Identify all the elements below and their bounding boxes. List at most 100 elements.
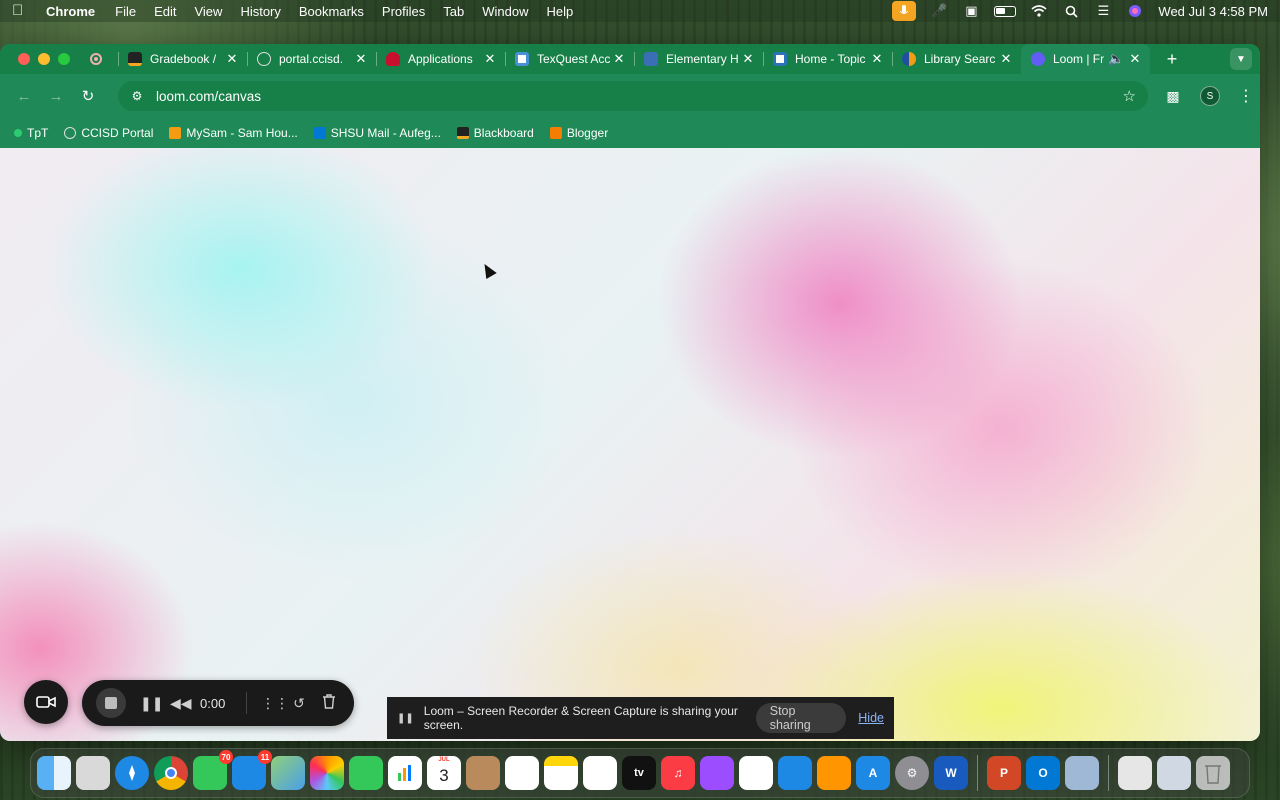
tab-search-chevron-icon[interactable]: ▼ <box>1230 48 1252 70</box>
tab-close-icon[interactable]: ✕ <box>225 51 239 67</box>
calendar-icon[interactable]: JUL 3 <box>427 756 461 790</box>
bookmark-star-icon[interactable]: ☆ <box>1123 87 1136 105</box>
control-center-icon[interactable]: ☰ <box>1094 3 1112 18</box>
photos-icon[interactable] <box>310 756 344 790</box>
menubar-datetime[interactable]: Wed Jul 3 4:58 PM <box>1158 4 1268 19</box>
menu-app-name[interactable]: Chrome <box>46 4 95 19</box>
menu-window[interactable]: Window <box>482 4 528 19</box>
battery-icon[interactable] <box>994 5 1017 17</box>
back-button[interactable]: ← <box>10 82 38 110</box>
reminders-icon[interactable] <box>505 756 539 790</box>
tab-close-icon[interactable]: ✕ <box>741 51 755 67</box>
podcasts-icon[interactable] <box>700 756 734 790</box>
music-icon[interactable]: ♫ <box>661 756 695 790</box>
tab-applications[interactable]: Applications ✕ <box>376 44 505 74</box>
tab-home-topic[interactable]: Home - Topic ✕ <box>763 44 892 74</box>
tab-close-icon[interactable]: ✕ <box>483 51 497 67</box>
stop-recording-button[interactable] <box>96 688 126 718</box>
news-icon[interactable] <box>739 756 773 790</box>
chrome-menu-icon[interactable]: ⋮ <box>1238 86 1254 106</box>
restart-icon[interactable]: ↺ <box>291 695 307 712</box>
trash-icon[interactable] <box>321 694 337 712</box>
mail-icon[interactable]: 11 <box>232 750 272 790</box>
bookmark-ccisd-portal[interactable]: CCISD Portal <box>64 126 153 140</box>
recording-indicator-icon[interactable] <box>90 53 102 65</box>
menu-tab[interactable]: Tab <box>443 4 464 19</box>
notes-icon[interactable] <box>544 756 578 790</box>
launchpad-icon[interactable] <box>76 756 110 790</box>
stop-sharing-button[interactable]: Stop sharing <box>755 703 847 733</box>
menu-help[interactable]: Help <box>547 4 574 19</box>
wifi-icon[interactable] <box>1030 4 1048 18</box>
url-text[interactable]: loom.com/canvas <box>156 89 1123 104</box>
microphone-icon[interactable]: 🎤 <box>930 3 948 18</box>
messages-icon[interactable]: 70 <box>193 750 233 790</box>
word-icon[interactable]: W <box>934 756 968 790</box>
window-maximize-button[interactable] <box>58 53 70 65</box>
address-bar[interactable]: ⚙ loom.com/canvas ☆ <box>118 81 1148 111</box>
bookmark-blackboard[interactable]: Blackboard <box>456 126 534 140</box>
rewind-icon[interactable]: ◀◀ <box>170 695 192 712</box>
preview-icon[interactable] <box>1065 756 1099 790</box>
mail-badge: 11 <box>258 750 272 764</box>
tab-close-icon[interactable]: ✕ <box>1128 51 1142 67</box>
tab-audio-icon[interactable]: 🔈 <box>1108 51 1124 67</box>
contacts-icon[interactable] <box>466 756 500 790</box>
hide-link[interactable]: Hide <box>858 711 884 725</box>
bookmark-shsu-mail[interactable]: SHSU Mail - Aufeg... <box>313 126 441 140</box>
apple-menu-icon[interactable]:  <box>12 3 26 19</box>
bookmark-mysam[interactable]: MySam - Sam Hou... <box>169 126 298 140</box>
menu-view[interactable]: View <box>194 4 222 19</box>
tab-portal-ccisd[interactable]: portal.ccisd. ✕ <box>247 44 376 74</box>
pause-icon[interactable]: ❚❚ <box>140 695 163 712</box>
menu-file[interactable]: File <box>115 4 136 19</box>
site-settings-icon[interactable]: ⚙ <box>130 89 144 103</box>
tab-close-icon[interactable]: ✕ <box>354 51 368 67</box>
siri-icon[interactable] <box>1126 4 1144 18</box>
spotlight-search-icon[interactable] <box>1062 4 1080 18</box>
window-close-button[interactable] <box>18 53 30 65</box>
screen-share-icon[interactable]: ▣ <box>962 3 980 18</box>
menu-bookmarks[interactable]: Bookmarks <box>299 4 364 19</box>
trash-icon[interactable] <box>1196 756 1230 790</box>
tab-close-icon[interactable]: ✕ <box>612 51 626 67</box>
tab-close-icon[interactable]: ✕ <box>999 51 1013 67</box>
pages-icon[interactable] <box>817 756 851 790</box>
outlook-icon[interactable]: O <box>1026 756 1060 790</box>
bookmark-blogger[interactable]: Blogger <box>549 126 608 140</box>
menu-history[interactable]: History <box>240 4 280 19</box>
tab-texquest[interactable]: TexQuest Acc ✕ <box>505 44 634 74</box>
reload-button[interactable]: ↻ <box>74 82 102 110</box>
numbers-icon[interactable] <box>388 756 422 790</box>
safari-icon[interactable] <box>115 756 149 790</box>
finder-icon[interactable] <box>37 756 71 790</box>
tab-close-icon[interactable]: ✕ <box>870 51 884 67</box>
screenshot-stack-icon[interactable] <box>1157 756 1191 790</box>
window-minimize-button[interactable] <box>38 53 50 65</box>
bookmark-tpt[interactable]: TpT <box>14 126 48 140</box>
facetime-icon[interactable] <box>349 756 383 790</box>
powerpoint-icon[interactable]: P <box>987 756 1021 790</box>
freeform-icon[interactable] <box>583 756 617 790</box>
tab-loom[interactable]: Loom | Fr 🔈 ✕ <box>1021 44 1150 74</box>
drawing-tools-icon[interactable]: ⋮⋮ <box>261 695 289 712</box>
loom-camera-button[interactable] <box>24 680 68 724</box>
maps-icon[interactable] <box>271 756 305 790</box>
loom-canvas[interactable] <box>0 148 1260 741</box>
tab-library-search[interactable]: Library Searc ✕ <box>892 44 1021 74</box>
menu-edit[interactable]: Edit <box>154 4 176 19</box>
chrome-icon[interactable] <box>154 756 188 790</box>
system-settings-icon[interactable]: ⚙ <box>895 756 929 790</box>
app-store-icon[interactable]: A <box>856 756 890 790</box>
microphone-active-icon[interactable] <box>892 1 917 21</box>
menu-profiles[interactable]: Profiles <box>382 4 425 19</box>
forward-button[interactable]: → <box>42 82 70 110</box>
new-tab-button[interactable]: + <box>1158 45 1186 73</box>
apple-tv-icon[interactable]: tv <box>622 756 656 790</box>
profile-avatar[interactable]: S <box>1200 86 1220 106</box>
keynote-icon[interactable] <box>778 756 812 790</box>
tab-gradebook[interactable]: Gradebook / ✕ <box>118 44 247 74</box>
extensions-puzzle-icon[interactable]: ▩ <box>1164 87 1182 105</box>
tab-elementary[interactable]: Elementary H ✕ <box>634 44 763 74</box>
downloads-folder-icon[interactable] <box>1118 756 1152 790</box>
